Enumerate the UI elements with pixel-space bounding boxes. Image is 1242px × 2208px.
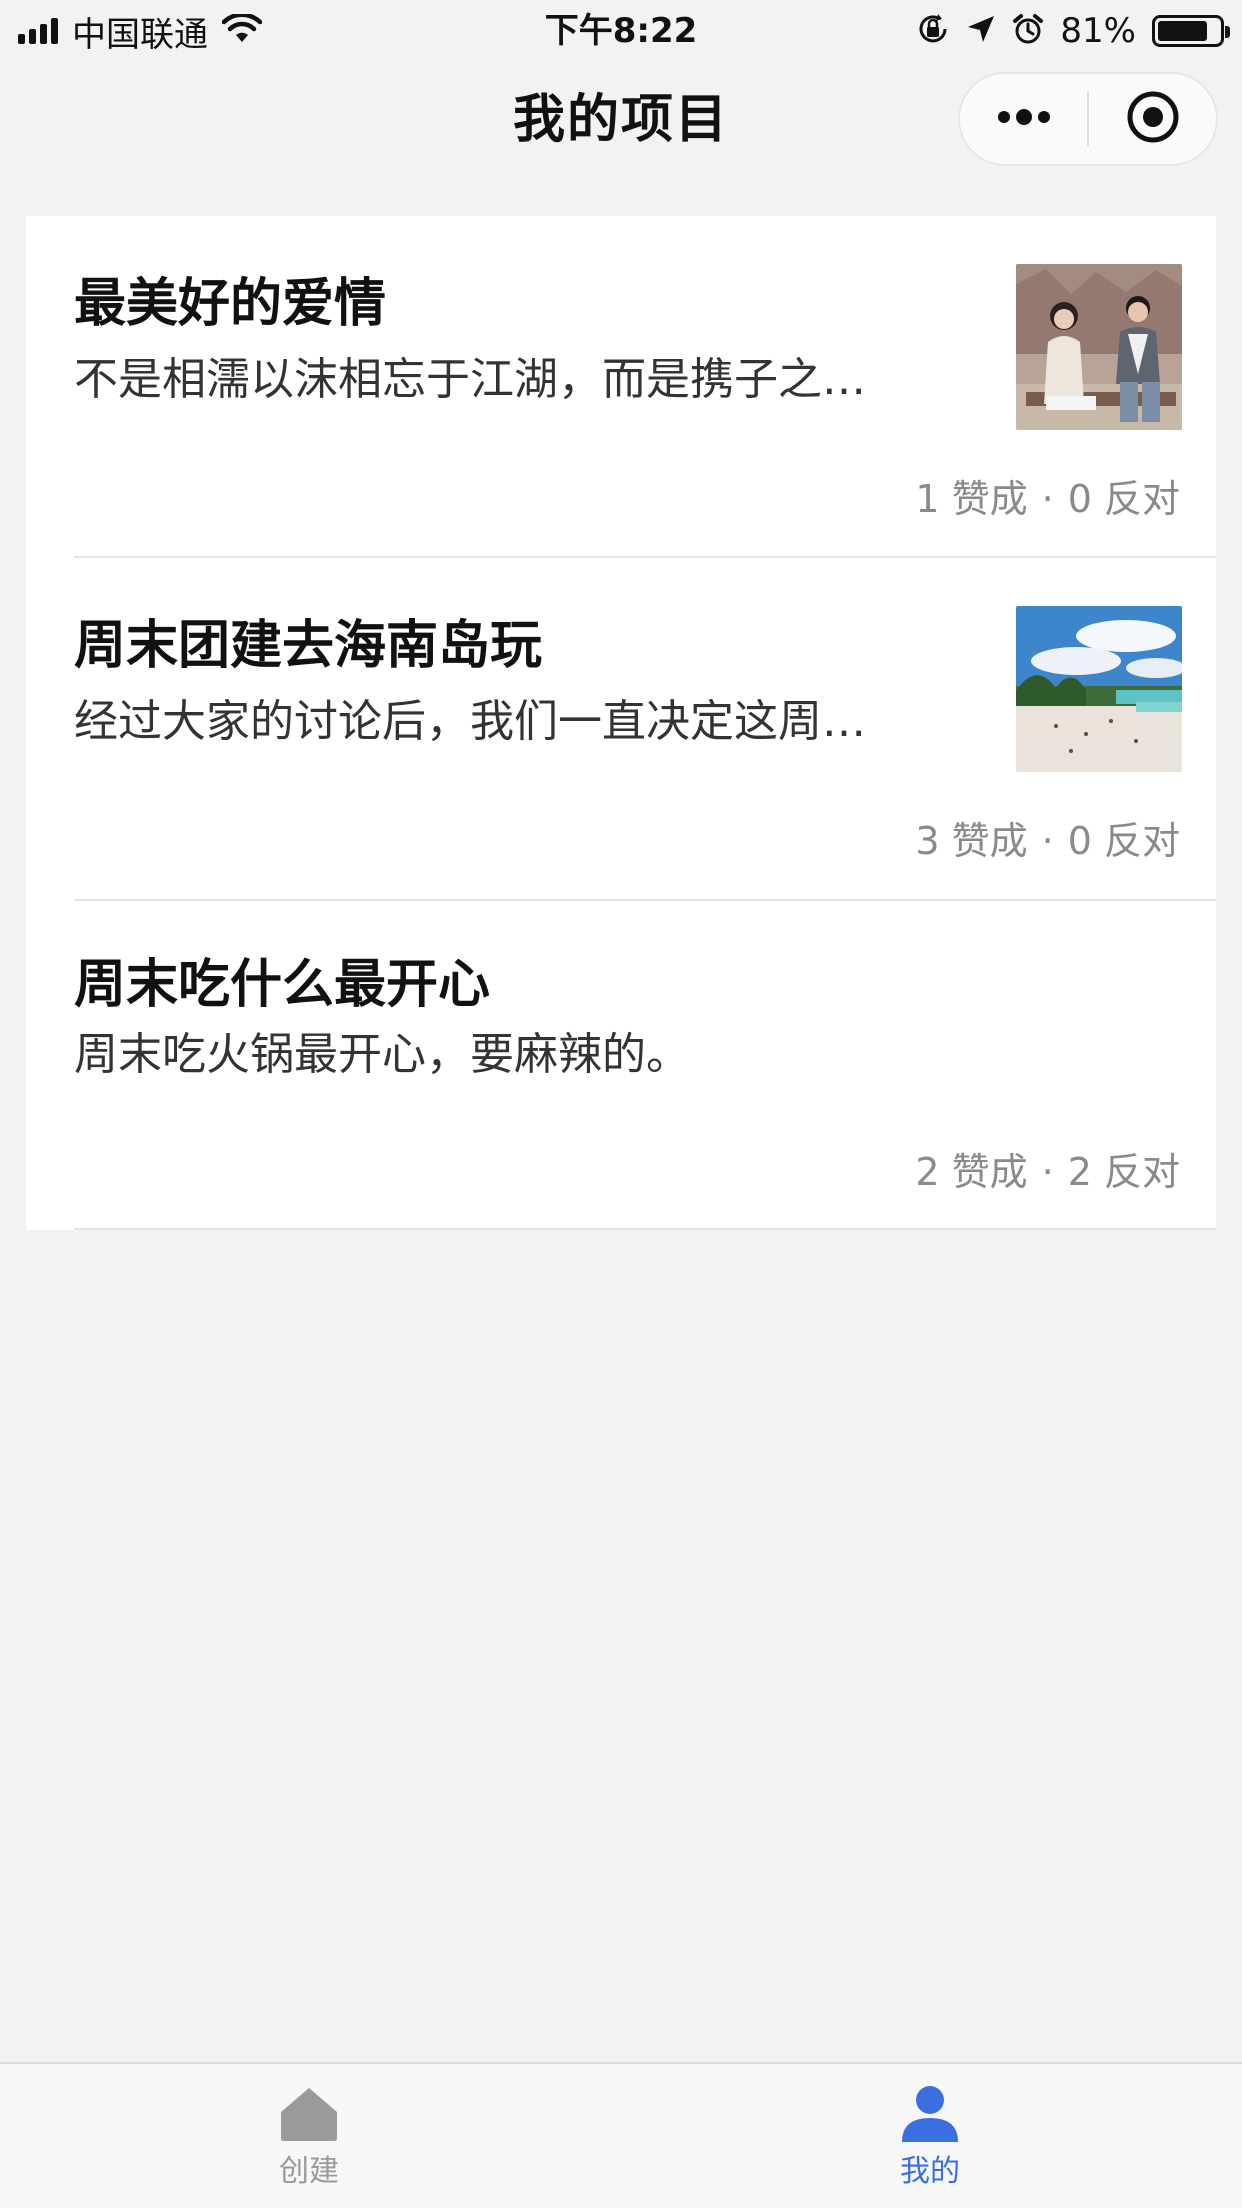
item-divider — [74, 1228, 1216, 1230]
nav-bar: 我的项目 — [0, 62, 1242, 178]
close-miniprogram-button[interactable] — [1089, 74, 1216, 164]
project-description: 经过大家的讨论后，我们一直决定这周… — [74, 696, 866, 747]
record-circle-icon — [1125, 89, 1181, 149]
project-thumbnail — [1016, 606, 1182, 772]
votes-for: 1 赞成 — [915, 477, 1028, 521]
rotation-lock-icon — [916, 12, 950, 50]
vote-summary: 3 赞成 · 0 反对 — [915, 816, 1180, 866]
battery-level-fill — [1158, 21, 1207, 41]
home-icon — [277, 2082, 341, 2146]
votes-against: 0 反对 — [1067, 819, 1180, 863]
tab-label: 创建 — [279, 2154, 339, 2189]
votes-against: 0 反对 — [1067, 477, 1180, 521]
vote-separator: · — [1041, 477, 1054, 521]
more-button[interactable] — [960, 74, 1087, 164]
alarm-icon — [1012, 13, 1044, 49]
user-icon — [898, 2082, 962, 2146]
status-bar: 中国联通 下午8:22 81% — [0, 0, 1242, 62]
project-item[interactable]: 周末团建去海南岛玩 经过大家的讨论后，我们一直决定这周… 3 赞成 · 0 反对 — [26, 558, 1216, 901]
project-item[interactable]: 周末吃什么最开心 周末吃火锅最开心，要麻辣的。 2 赞成 · 2 反对 — [26, 901, 1216, 1230]
project-title: 周末团建去海南岛玩 — [74, 616, 543, 676]
miniprogram-capsule — [958, 72, 1218, 166]
status-right: 81% — [916, 8, 1230, 54]
project-title: 周末吃什么最开心 — [74, 955, 491, 1015]
tab-bar: 创建 我的 — [0, 2062, 1242, 2208]
votes-for: 3 赞成 — [915, 819, 1028, 863]
beach-photo — [1016, 606, 1182, 772]
vote-separator: · — [1041, 1150, 1054, 1194]
tab-mine[interactable]: 我的 — [830, 2082, 1030, 2198]
tab-create[interactable]: 创建 — [209, 2082, 409, 2198]
votes-for: 2 赞成 — [915, 1150, 1028, 1194]
votes-against: 2 反对 — [1067, 1150, 1180, 1194]
location-arrow-icon — [966, 14, 996, 48]
couple-photo — [1016, 264, 1182, 430]
project-description: 周末吃火锅最开心，要麻辣的。 — [74, 1029, 690, 1080]
project-item[interactable]: 最美好的爱情 不是相濡以沫相忘于江湖，而是携子之… 1 赞成 · 0 反对 — [26, 216, 1216, 558]
vote-summary: 1 赞成 · 0 反对 — [915, 474, 1180, 524]
vote-summary: 2 赞成 · 2 反对 — [915, 1147, 1180, 1197]
project-description: 不是相濡以沫相忘于江湖，而是携子之… — [74, 354, 866, 405]
project-thumbnail — [1016, 264, 1182, 430]
project-title: 最美好的爱情 — [74, 274, 387, 334]
battery-percentage: 81% — [1060, 11, 1136, 51]
more-dots-icon — [994, 107, 1054, 131]
vote-separator: · — [1041, 819, 1054, 863]
tab-label: 我的 — [900, 2154, 960, 2189]
battery-icon — [1152, 15, 1230, 47]
project-list: 最美好的爱情 不是相濡以沫相忘于江湖，而是携子之… 1 赞成 · 0 反对 周末… — [26, 216, 1216, 1230]
